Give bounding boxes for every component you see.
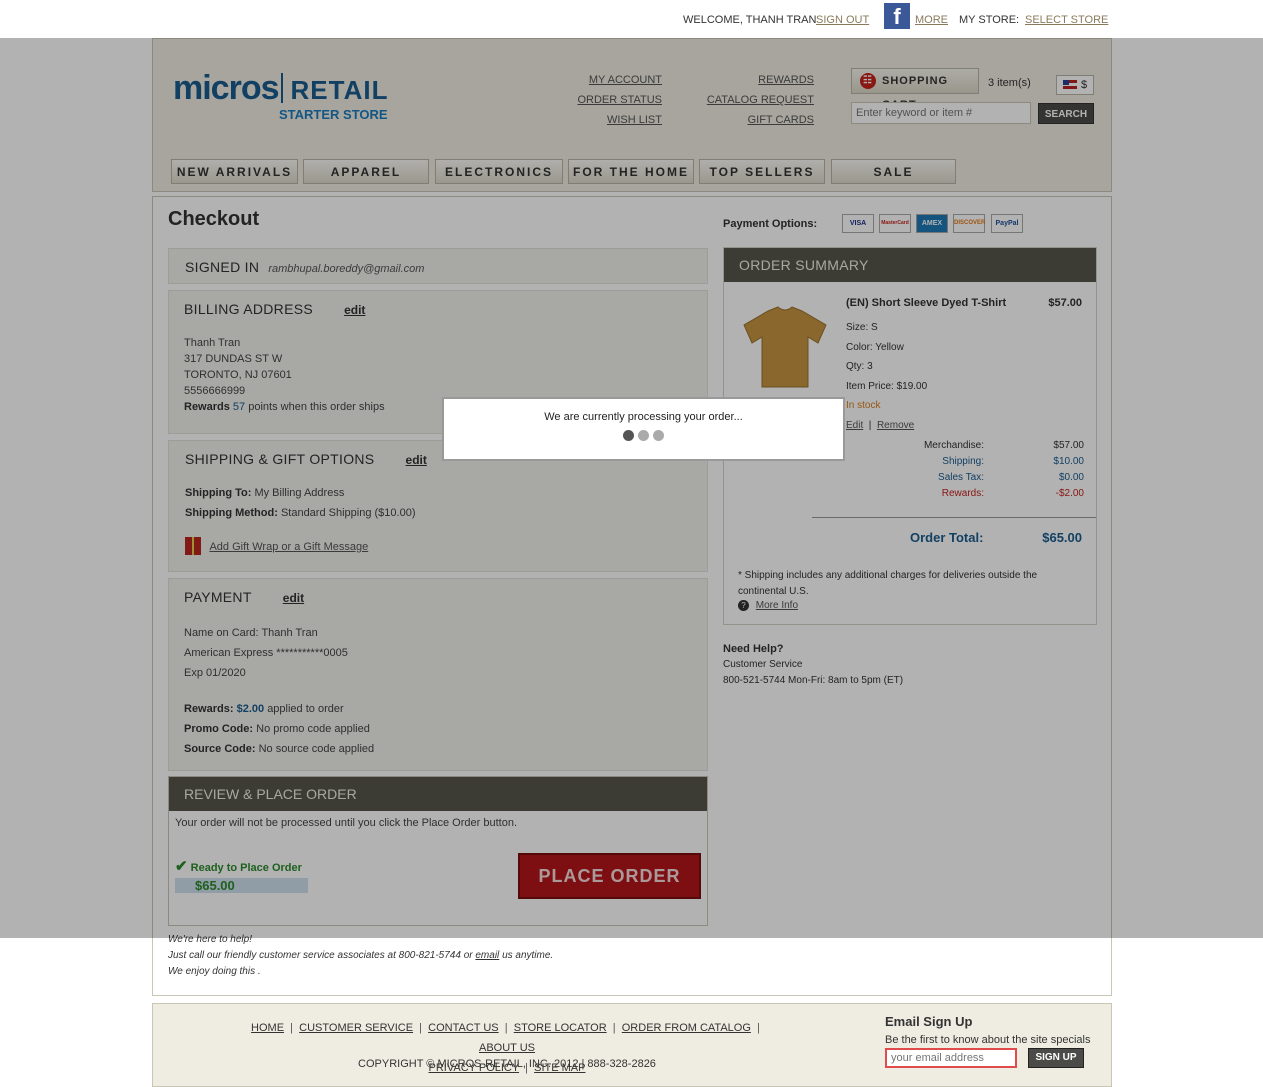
my-store-label: MY STORE: bbox=[959, 14, 1020, 26]
more-link[interactable]: MORE bbox=[915, 14, 948, 26]
welcome-text: WELCOME, THANH TRAN bbox=[683, 14, 817, 26]
email-link[interactable]: email bbox=[475, 950, 499, 961]
select-store-link[interactable]: SELECT STORE bbox=[1025, 14, 1108, 26]
footer-contact-us-link[interactable]: CONTACT US bbox=[428, 1022, 499, 1034]
top-utility-bar: WELCOME, THANH TRAN SIGN OUT f MORE MY S… bbox=[0, 0, 1263, 38]
loading-dot bbox=[653, 430, 664, 441]
message-line-3: We enjoy doing this . bbox=[168, 966, 261, 977]
loading-dot bbox=[623, 430, 634, 441]
footer-home-link[interactable]: HOME bbox=[251, 1022, 284, 1034]
footer-order-catalog-link[interactable]: ORDER FROM CATALOG bbox=[622, 1022, 751, 1034]
sign-out-link[interactable]: SIGN OUT bbox=[816, 14, 869, 26]
footer-about-us-link[interactable]: ABOUT US bbox=[479, 1042, 535, 1054]
site-footer: HOME | CUSTOMER SERVICE | CONTACT US | S… bbox=[152, 1003, 1112, 1087]
email-signup-input[interactable] bbox=[885, 1048, 1017, 1068]
sign-up-button[interactable]: SIGN UP bbox=[1028, 1048, 1084, 1068]
facebook-icon[interactable]: f bbox=[884, 3, 910, 29]
email-signup-title: Email Sign Up bbox=[885, 1014, 973, 1029]
processing-message: We are currently processing your order..… bbox=[544, 411, 743, 423]
copyright: COPYRIGHT © MICROS-RETAIL, INC. 2012 | 8… bbox=[358, 1058, 656, 1070]
footer-customer-service-link[interactable]: CUSTOMER SERVICE bbox=[299, 1022, 413, 1034]
footer-store-locator-link[interactable]: STORE LOCATOR bbox=[514, 1022, 607, 1034]
loading-indicator bbox=[444, 423, 843, 444]
contact-message: We're here to help! Just call our friend… bbox=[168, 932, 553, 980]
processing-dialog: We are currently processing your order..… bbox=[442, 397, 845, 461]
modal-overlay bbox=[0, 38, 1263, 938]
loading-dot bbox=[638, 430, 649, 441]
email-signup-subtitle: Be the first to know about the site spec… bbox=[885, 1034, 1091, 1046]
